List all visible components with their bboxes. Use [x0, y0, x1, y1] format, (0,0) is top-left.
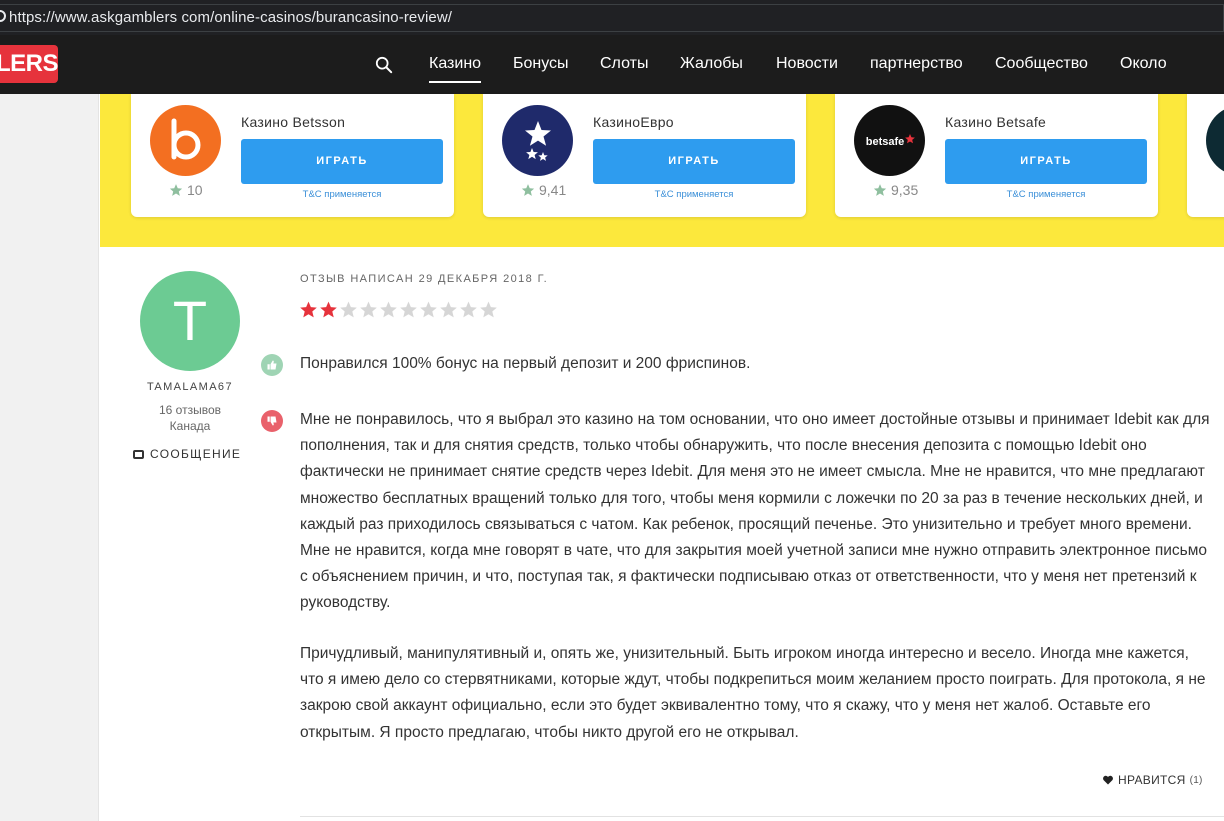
casino-card: betsafe Казино Betsafe ИГРАТЬ 9,35 T&C п… — [835, 94, 1158, 217]
betsafe-logo[interactable]: betsafe — [854, 105, 925, 176]
nav-community[interactable]: Сообщество — [995, 55, 1088, 73]
star-icon — [873, 184, 887, 196]
thumbs-down-icon — [261, 410, 283, 432]
message-icon — [133, 449, 144, 459]
username[interactable]: TAMALAMA67 — [120, 381, 260, 393]
casino-logo[interactable] — [1206, 105, 1224, 176]
like-button[interactable]: НРАВИТСЯ (1) — [1102, 773, 1203, 787]
review-rating-stars — [299, 300, 498, 319]
casino-rating: 9,35 — [873, 182, 918, 198]
casino-card: Казино Betsson ИГРАТЬ 10 T&C применяется — [131, 94, 454, 217]
url-text[interactable]: https://www.askgamblers com/online-casin… — [9, 9, 452, 26]
svg-text:betsafe: betsafe — [866, 136, 905, 148]
casino-rating: 9,41 — [521, 182, 566, 198]
nav-slots[interactable]: Слоты — [600, 55, 648, 73]
user-avatar[interactable]: T — [140, 271, 240, 371]
search-icon[interactable] — [375, 56, 393, 74]
review-date: ОТЗЫВ НАПИСАН 29 ДЕКАБРЯ 2018 Г. — [300, 273, 548, 285]
star-empty-icon — [380, 301, 397, 318]
review-pros-text: Понравился 100% бонус на первый депозит … — [300, 355, 751, 372]
tc-link[interactable]: T&C применяется — [593, 189, 795, 200]
like-count: (1) — [1189, 774, 1203, 786]
tc-link[interactable]: T&C применяется — [241, 189, 443, 200]
star-filled-icon — [320, 301, 337, 318]
thumbs-up-icon — [261, 354, 283, 376]
rating-value: 10 — [187, 182, 203, 198]
top-navigation: LERS Казино Бонусы Слоты Жалобы Новости … — [0, 35, 1224, 94]
nav-casino[interactable]: Казино — [429, 55, 482, 83]
casino-card: КазиноЕвро ИГРАТЬ 9,41 T&C применяется — [483, 94, 806, 217]
star-filled-icon — [300, 301, 317, 318]
star-empty-icon — [400, 301, 417, 318]
message-button[interactable]: СООБЩЕНИЕ — [133, 447, 241, 461]
review-extra-text: Причудливый, манипулятивный и, опять же,… — [300, 645, 1206, 741]
rating-value: 9,35 — [891, 182, 919, 198]
rating-value: 9,41 — [539, 182, 567, 198]
browser-address-bar[interactable]: https://www.askgamblers com/online-casin… — [0, 0, 1224, 35]
left-sidebar-strip — [0, 94, 99, 821]
play-button[interactable]: ИГРАТЬ — [241, 139, 443, 184]
star-empty-icon — [480, 301, 497, 318]
casinoeuro-logo[interactable] — [502, 105, 573, 176]
casino-name[interactable]: Казино Betsson — [241, 114, 345, 130]
nav-about[interactable]: Около — [1120, 55, 1167, 73]
user-review-count: 16 отзывов — [158, 403, 221, 417]
tc-link[interactable]: T&C применяется — [945, 189, 1147, 200]
betsson-logo[interactable] — [150, 105, 221, 176]
written-date: 29 ДЕКАБРЯ 2018 Г. — [418, 273, 549, 285]
message-label: СООБЩЕНИЕ — [150, 447, 242, 461]
casino-name[interactable]: Казино Betsafe — [945, 114, 1046, 130]
star-empty-icon — [340, 301, 357, 318]
written-label: ОТЗЫВ НАПИСАН — [300, 273, 415, 285]
star-empty-icon — [460, 301, 477, 318]
nav-news[interactable]: Новости — [776, 55, 838, 73]
star-empty-icon — [360, 301, 377, 318]
star-icon — [521, 184, 535, 196]
user-country: Канада — [169, 419, 211, 433]
play-button[interactable]: ИГРАТЬ — [945, 139, 1147, 184]
heart-icon — [1103, 775, 1113, 785]
nav-complaints[interactable]: Жалобы — [680, 55, 743, 73]
review-cons-text: Мне не понравилось, что я выбрал это каз… — [300, 411, 1210, 612]
casino-name[interactable]: КазиноЕвро — [593, 114, 674, 130]
star-empty-icon — [420, 301, 437, 318]
star-empty-icon — [440, 301, 457, 318]
like-label: НРАВИТСЯ — [1118, 773, 1186, 787]
site-logo[interactable]: LERS — [0, 45, 59, 83]
play-button[interactable]: ИГРАТЬ — [593, 139, 795, 184]
divider — [300, 816, 1224, 817]
nav-bonuses[interactable]: Бонусы — [513, 55, 569, 73]
casino-rating: 10 — [169, 182, 203, 198]
star-icon — [169, 184, 183, 196]
casino-card-partial — [1187, 94, 1224, 217]
nav-partnership[interactable]: партнерство — [870, 55, 963, 73]
